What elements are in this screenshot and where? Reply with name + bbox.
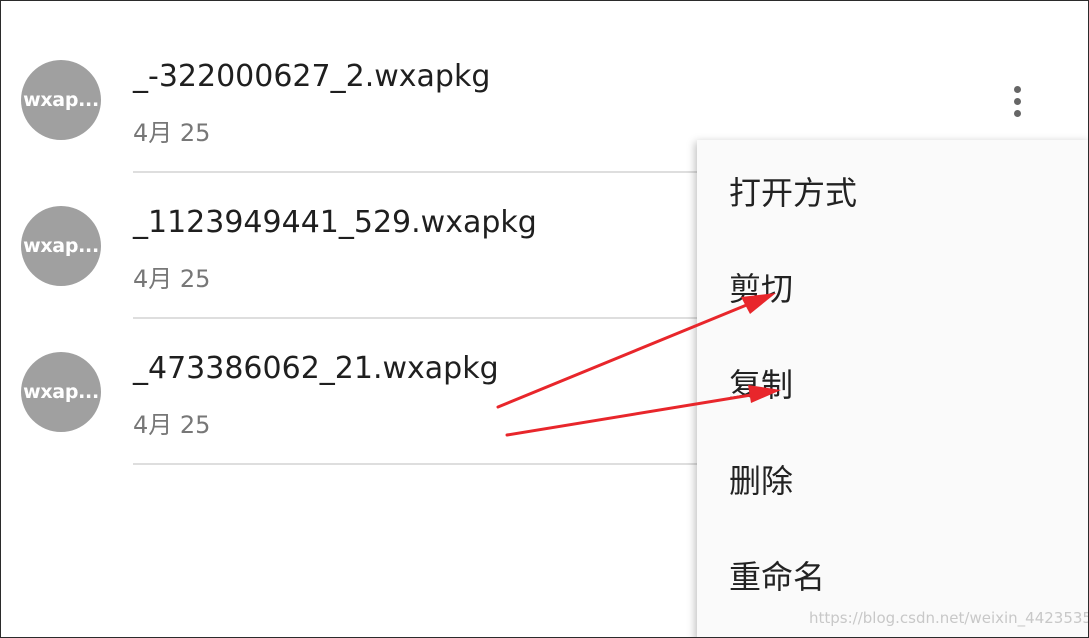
file-name: _473386062_21.wxapkg <box>133 351 499 386</box>
menu-item-delete[interactable]: 删除 <box>729 456 793 502</box>
file-type-avatar: wxap... <box>21 352 101 432</box>
file-type-avatar: wxap... <box>21 60 101 140</box>
file-name: _1123949441_529.wxapkg <box>133 205 537 240</box>
dot <box>1013 97 1021 105</box>
file-name: _-322000627_2.wxapkg <box>133 59 491 94</box>
menu-item-rename[interactable]: 重命名 <box>729 552 825 598</box>
menu-item-copy[interactable]: 复制 <box>729 360 793 406</box>
menu-item-cut[interactable]: 剪切 <box>729 264 793 310</box>
file-type-avatar: wxap... <box>21 206 101 286</box>
dot <box>1013 85 1021 93</box>
file-date: 4月 25 <box>133 265 211 293</box>
context-menu: 打开方式 剪切 复制 删除 重命名 <box>697 140 1088 637</box>
file-date: 4月 25 <box>133 411 211 439</box>
more-vertical-icon[interactable] <box>1001 81 1033 121</box>
menu-item-open-with[interactable]: 打开方式 <box>729 168 857 214</box>
file-date: 4月 25 <box>133 119 211 147</box>
file-manager-screen: wxap... _-322000627_2.wxapkg 4月 25 wxap.… <box>0 0 1089 638</box>
watermark-text: https://blog.csdn.net/weixin_44235350 <box>809 609 1089 627</box>
dot <box>1013 109 1021 117</box>
